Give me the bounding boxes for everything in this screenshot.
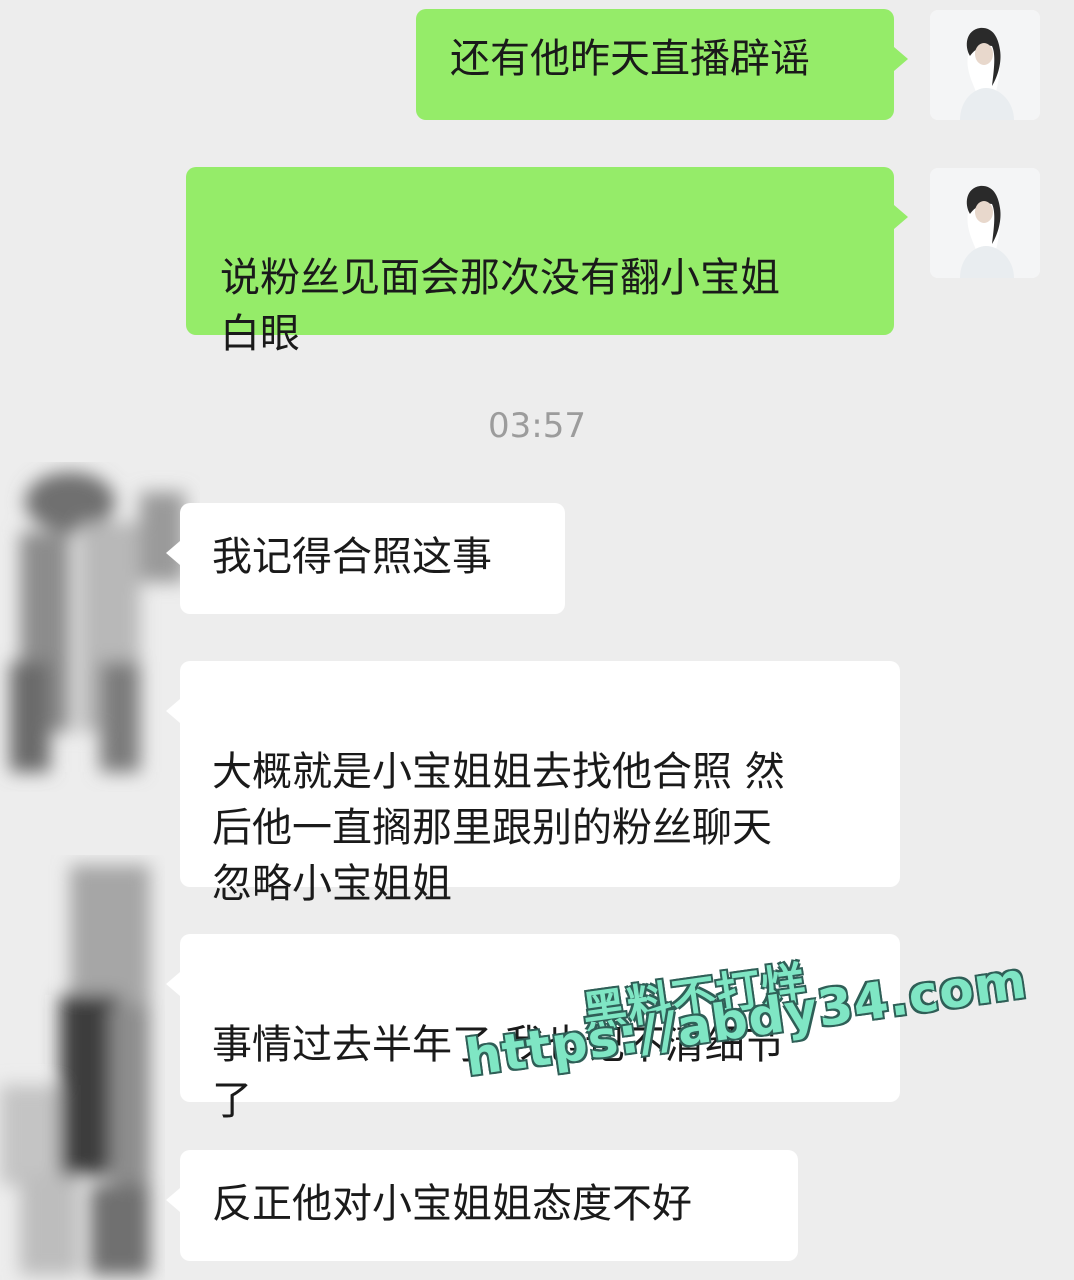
avatar-icon	[930, 10, 1040, 120]
message-timestamp: 03:57	[488, 406, 586, 446]
message-bubble-outgoing[interactable]: 还有他昨天直播辟谣	[416, 9, 908, 120]
message-bubble-incoming[interactable]: 大概就是小宝姐姐去找他合照 然 后他一直搁那里跟别的粉丝聊天 忽略小宝姐姐	[166, 661, 900, 907]
message-text: 大概就是小宝姐姐去找他合照 然 后他一直搁那里跟别的粉丝聊天 忽略小宝姐姐	[212, 749, 785, 907]
message-bubble-incoming[interactable]: 事情过去半年了 我也记不清细节 了	[166, 934, 900, 1124]
message-text: 我记得合照这事	[212, 534, 492, 580]
blurred-avatar[interactable]	[0, 855, 175, 1280]
avatar-icon	[930, 168, 1040, 278]
blurred-avatar-icon	[0, 865, 150, 1275]
message-text: 说粉丝见面会那次没有翻小宝姐 白眼	[220, 255, 780, 357]
blurred-avatar-icon	[10, 472, 185, 772]
self-avatar[interactable]	[930, 10, 1040, 120]
message-bubble-outgoing[interactable]: 说粉丝见面会那次没有翻小宝姐 白眼	[186, 167, 908, 357]
message-bubble-incoming[interactable]: 反正他对小宝姐姐态度不好	[166, 1150, 798, 1261]
blurred-avatar[interactable]	[0, 462, 200, 792]
message-text: 还有他昨天直播辟谣	[450, 36, 810, 82]
self-avatar[interactable]	[930, 168, 1040, 278]
message-text: 事情过去半年了 我也记不清细节 了	[212, 1022, 785, 1124]
message-bubble-incoming[interactable]: 我记得合照这事	[166, 503, 565, 614]
message-text: 反正他对小宝姐姐态度不好	[212, 1181, 692, 1227]
